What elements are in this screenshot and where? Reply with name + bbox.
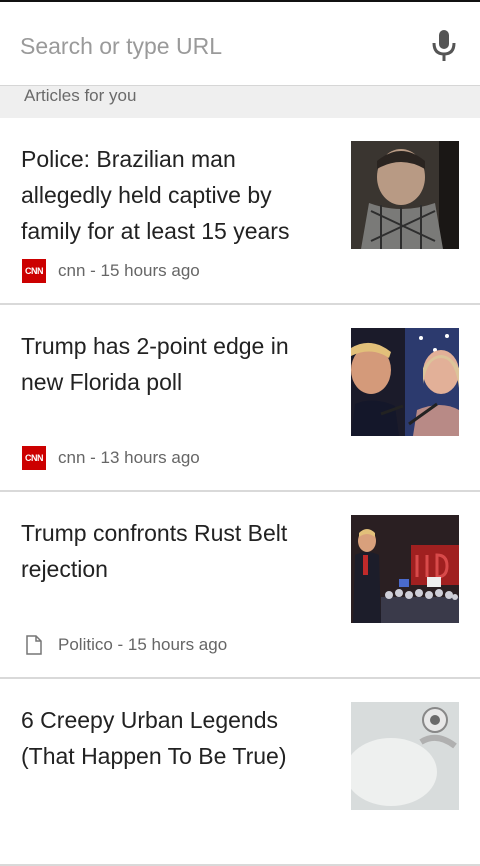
microphone-icon[interactable] bbox=[428, 28, 460, 64]
article-card[interactable]: Trump has 2-point edge in new Florida po… bbox=[0, 305, 480, 492]
article-thumbnail[interactable] bbox=[345, 702, 459, 810]
article-title[interactable]: Trump has 2-point edge in new Florida po… bbox=[21, 328, 321, 400]
article-card[interactable]: 6 Creepy Urban Legends (That Happen To B… bbox=[0, 679, 480, 866]
article-title[interactable]: Police: Brazilian man allegedly held cap… bbox=[21, 141, 321, 249]
article-thumbnail[interactable] bbox=[351, 515, 459, 623]
cnn-logo-icon: CNN bbox=[22, 446, 46, 470]
article-title[interactable]: 6 Creepy Urban Legends (That Happen To B… bbox=[21, 702, 321, 774]
article-thumbnail[interactable] bbox=[351, 141, 459, 249]
source-label: Politico - 15 hours ago bbox=[58, 635, 228, 654]
article-source: Politico - 15 hours ago bbox=[22, 633, 227, 657]
article-thumbnail[interactable] bbox=[351, 328, 459, 436]
source-label: cnn - 15 hours ago bbox=[58, 261, 200, 280]
article-card[interactable]: Trump confronts Rust Belt rejection Poli… bbox=[0, 492, 480, 679]
article-source: CNN cnn - 15 hours ago bbox=[22, 259, 200, 283]
section-title: Articles for you bbox=[24, 86, 137, 105]
document-icon bbox=[22, 633, 46, 657]
article-source: CNN cnn - 13 hours ago bbox=[22, 446, 200, 470]
section-header: Articles for you bbox=[0, 86, 480, 118]
search-input[interactable] bbox=[18, 28, 402, 64]
cnn-logo-icon: CNN bbox=[22, 259, 46, 283]
omnibox[interactable] bbox=[0, 2, 480, 86]
source-label: cnn - 13 hours ago bbox=[58, 448, 200, 467]
article-title[interactable]: Trump confronts Rust Belt rejection bbox=[21, 515, 321, 587]
article-card[interactable]: Police: Brazilian man allegedly held cap… bbox=[0, 118, 480, 305]
